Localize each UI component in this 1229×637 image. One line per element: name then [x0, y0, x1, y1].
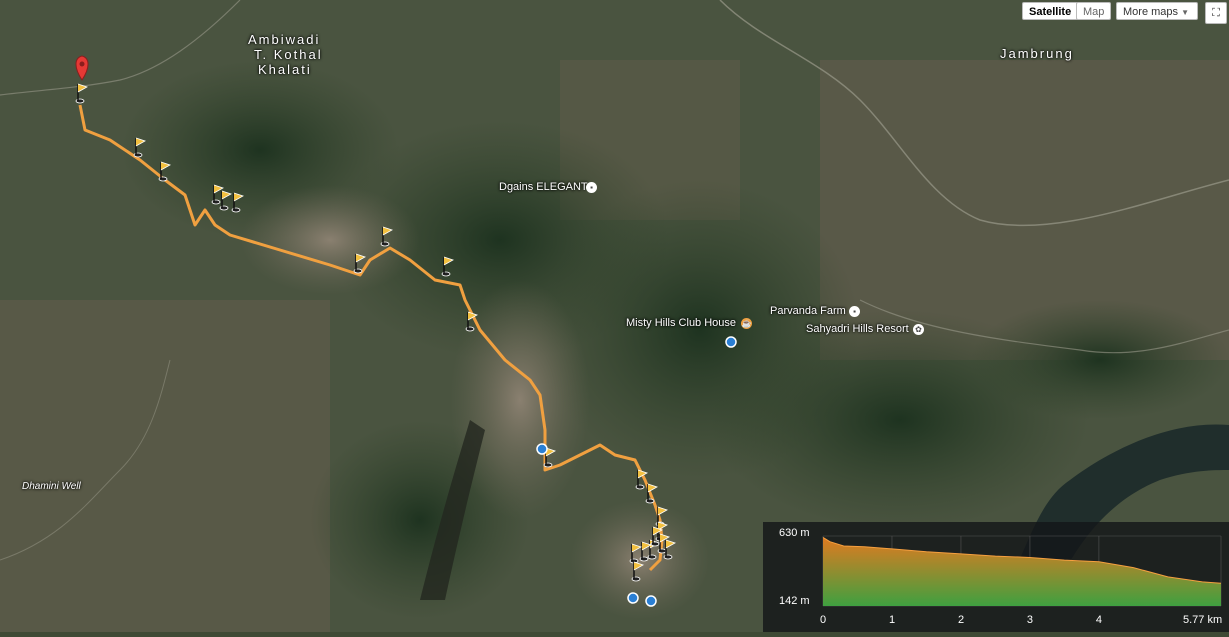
resort-icon[interactable]: ✿: [913, 324, 924, 335]
place-label-ambiwadi: Ambiwadi: [248, 32, 321, 47]
poi-label-sahyadri: Sahyadri Hills Resort: [806, 323, 909, 335]
x-tick-label: 0: [820, 614, 827, 626]
more-maps-button[interactable]: More maps ▼: [1116, 2, 1198, 20]
satellite-button[interactable]: Satellite: [1022, 2, 1079, 20]
lodging-icon[interactable]: ▪: [849, 306, 860, 317]
chevron-down-icon: ▼: [1181, 8, 1190, 17]
poi-label-dgains: Dgains ELEGANT: [499, 181, 588, 193]
y-max-label: 630 m: [779, 527, 810, 539]
x-tick-label: 1: [888, 614, 896, 626]
fullscreen-icon: ⛶: [1212, 7, 1220, 19]
lodging-icon[interactable]: ▪: [586, 182, 597, 193]
elevation-profile-panel[interactable]: 630 m 142 m 0 1 2 3 4 5.77 km: [763, 522, 1229, 632]
x-tick-label: 4: [1095, 614, 1103, 626]
poi-label-dhamini: Dhamini Well: [22, 481, 81, 492]
place-label-khalati: Khalati: [258, 62, 312, 77]
y-min-label: 142 m: [779, 595, 810, 607]
x-tick-label: 2: [957, 614, 965, 626]
poi-label-parvanda: Parvanda Farm: [770, 305, 846, 317]
place-label-kothal: T. Kothal: [254, 47, 323, 62]
more-maps-label: More maps: [1123, 6, 1179, 18]
fullscreen-button[interactable]: ⛶: [1205, 2, 1227, 24]
map-button[interactable]: Map: [1076, 2, 1112, 20]
x-tick-label: 3: [1026, 614, 1034, 626]
elevation-area: [823, 537, 1221, 606]
poi-label-misty-hills: Misty Hills Club House: [626, 317, 737, 329]
x-tick-label: 5.77 km: [1183, 614, 1223, 626]
elevation-chart: [822, 535, 1222, 607]
cafe-icon[interactable]: ☕: [741, 318, 752, 329]
place-label-jambrung: Jambrung: [1000, 46, 1074, 61]
